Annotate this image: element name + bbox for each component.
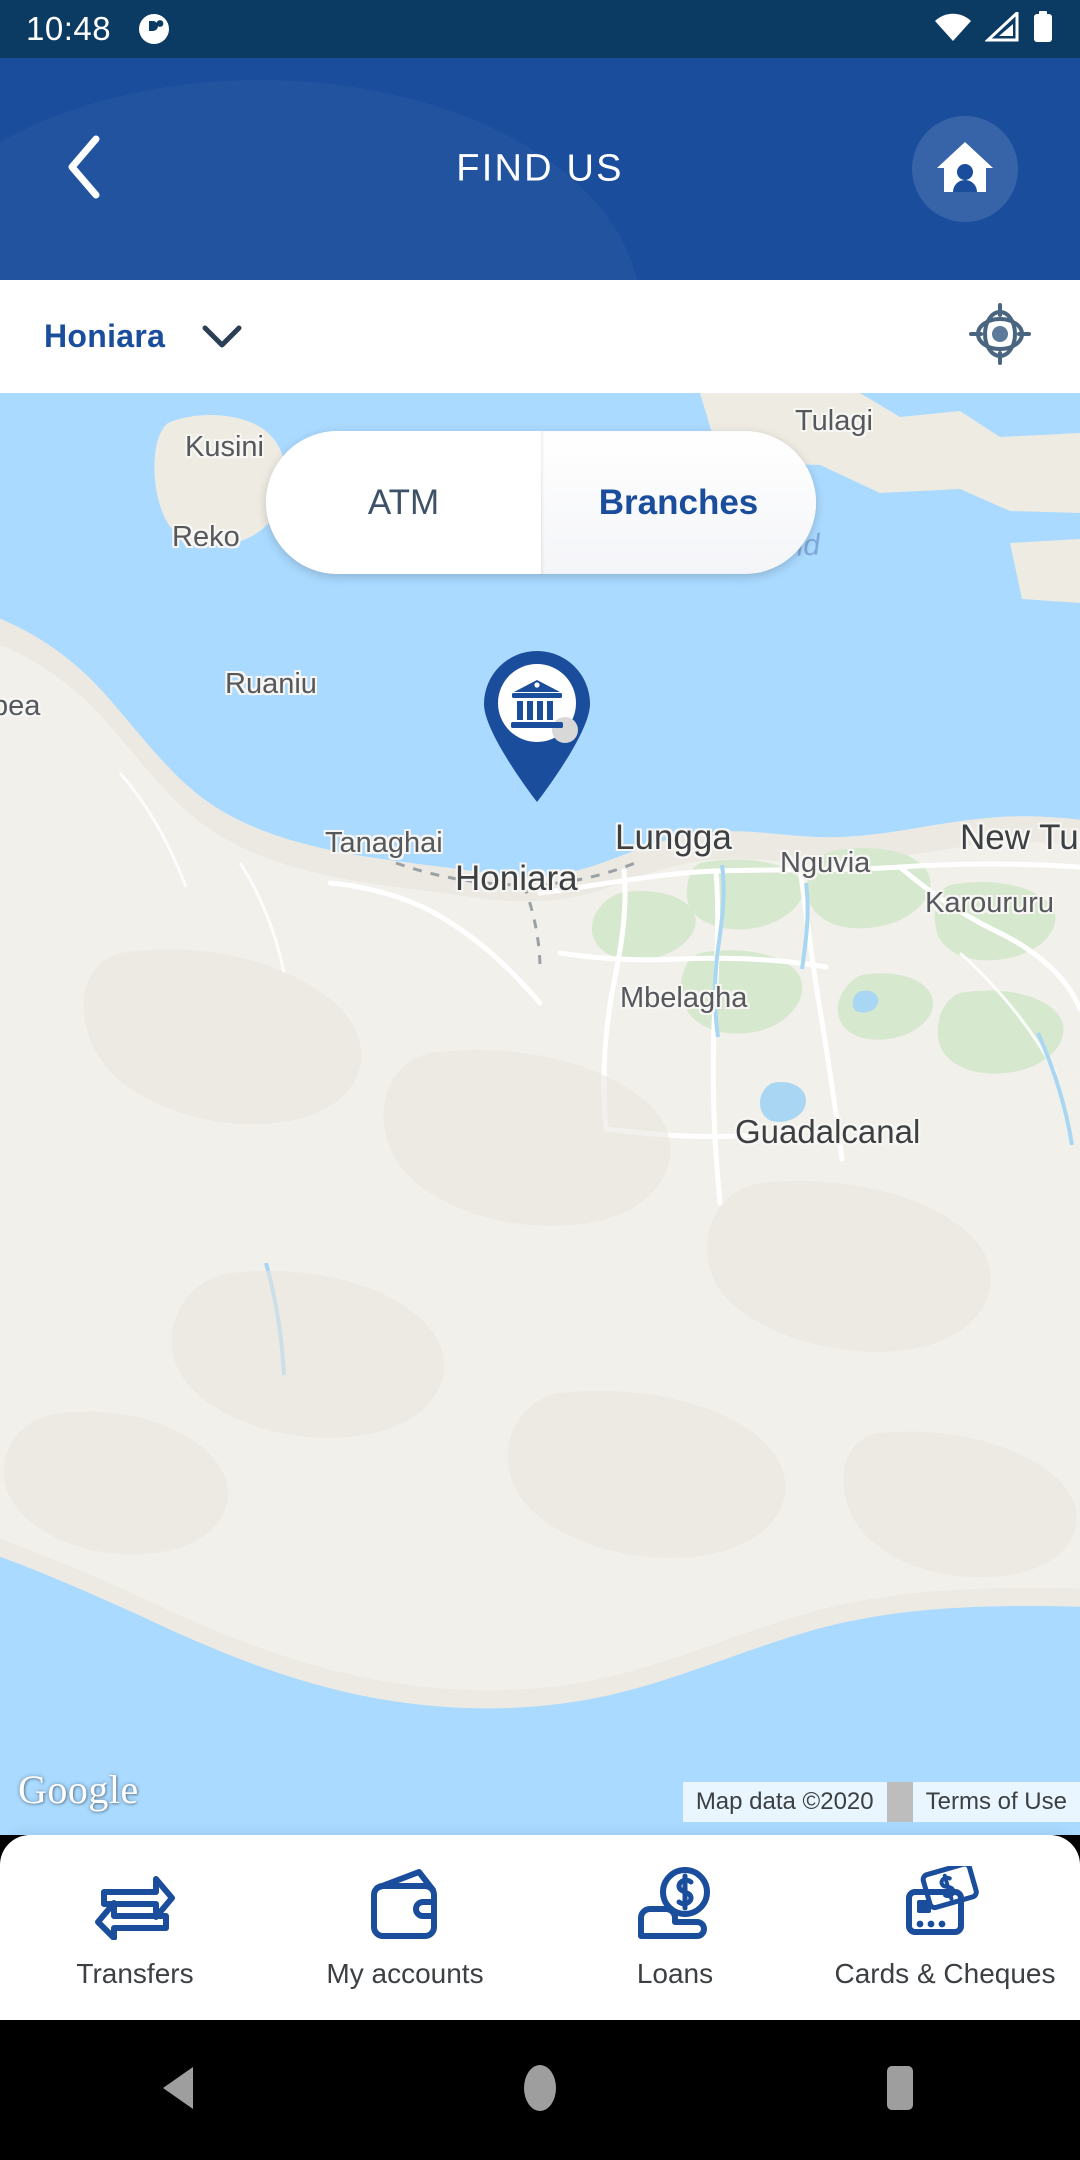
- android-back-triangle-icon: [159, 2065, 201, 2116]
- map-geometry: [0, 393, 1080, 1835]
- home-person-icon: [934, 138, 996, 201]
- android-navigation-bar: [0, 2020, 1080, 2160]
- nav-item-transfers[interactable]: Transfers: [0, 1866, 270, 1990]
- battery-icon: [1032, 10, 1054, 48]
- bottom-navigation: Transfers My accounts Loans Cards & Cheq…: [0, 1835, 1080, 2020]
- google-watermark: Google: [18, 1767, 139, 1812]
- status-bar: 10:48: [0, 0, 1080, 58]
- app-notification-icon: [137, 12, 171, 46]
- nav-label: My accounts: [326, 1957, 484, 1989]
- cards-cheques-icon: [903, 1865, 987, 1940]
- android-home-circle-icon: [520, 2062, 560, 2119]
- app-bar: FIND US: [0, 58, 1080, 280]
- android-back-button[interactable]: [0, 2065, 360, 2116]
- transfer-arrows-icon: [94, 1866, 176, 1940]
- my-location-crosshair-icon: [969, 303, 1031, 370]
- status-bar-indicators: [934, 9, 1054, 48]
- location-type-toggle[interactable]: ATM Branches: [266, 431, 816, 574]
- map-attribution: Map data ©2020 Terms of Use: [682, 1782, 1080, 1822]
- wallet-icon: [367, 1866, 443, 1940]
- wifi-icon: [934, 12, 972, 47]
- home-button[interactable]: [912, 116, 1018, 222]
- city-dropdown[interactable]: Honiara: [44, 318, 243, 355]
- nav-label: Transfers: [76, 1957, 194, 1989]
- selected-city-label: Honiara: [44, 318, 166, 354]
- android-recents-square-icon: [883, 2062, 917, 2119]
- tab-atm[interactable]: ATM: [266, 431, 541, 574]
- credit-divider: [886, 1782, 913, 1822]
- tab-branches[interactable]: Branches: [541, 431, 816, 574]
- nav-label: Loans: [636, 1957, 714, 1989]
- terms-of-use-link[interactable]: Terms of Use: [913, 1782, 1080, 1822]
- bank-building-pin-icon[interactable]: [478, 648, 596, 803]
- status-bar-clock: 10:48: [26, 10, 112, 47]
- map-canvas[interactable]: Kusini Tulagi Reko bea Iron Bottom Sound…: [0, 393, 1080, 1835]
- cellular-signal-icon: [984, 9, 1019, 47]
- city-selector-bar: Honiara: [0, 280, 1080, 393]
- android-recents-button[interactable]: [720, 2062, 1080, 2119]
- map-data-credit: Map data ©2020: [695, 1788, 874, 1815]
- chevron-down-icon: [201, 324, 243, 350]
- android-home-button[interactable]: [360, 2062, 720, 2119]
- hand-coin-icon: [635, 1866, 715, 1940]
- my-location-button[interactable]: [964, 301, 1036, 373]
- nav-item-my-accounts[interactable]: My accounts: [270, 1866, 540, 1990]
- nav-item-loans[interactable]: Loans: [540, 1866, 810, 1990]
- nav-item-cards-cheques[interactable]: Cards & Cheques: [810, 1865, 1080, 1990]
- nav-label: Cards & Cheques: [834, 1957, 1056, 1989]
